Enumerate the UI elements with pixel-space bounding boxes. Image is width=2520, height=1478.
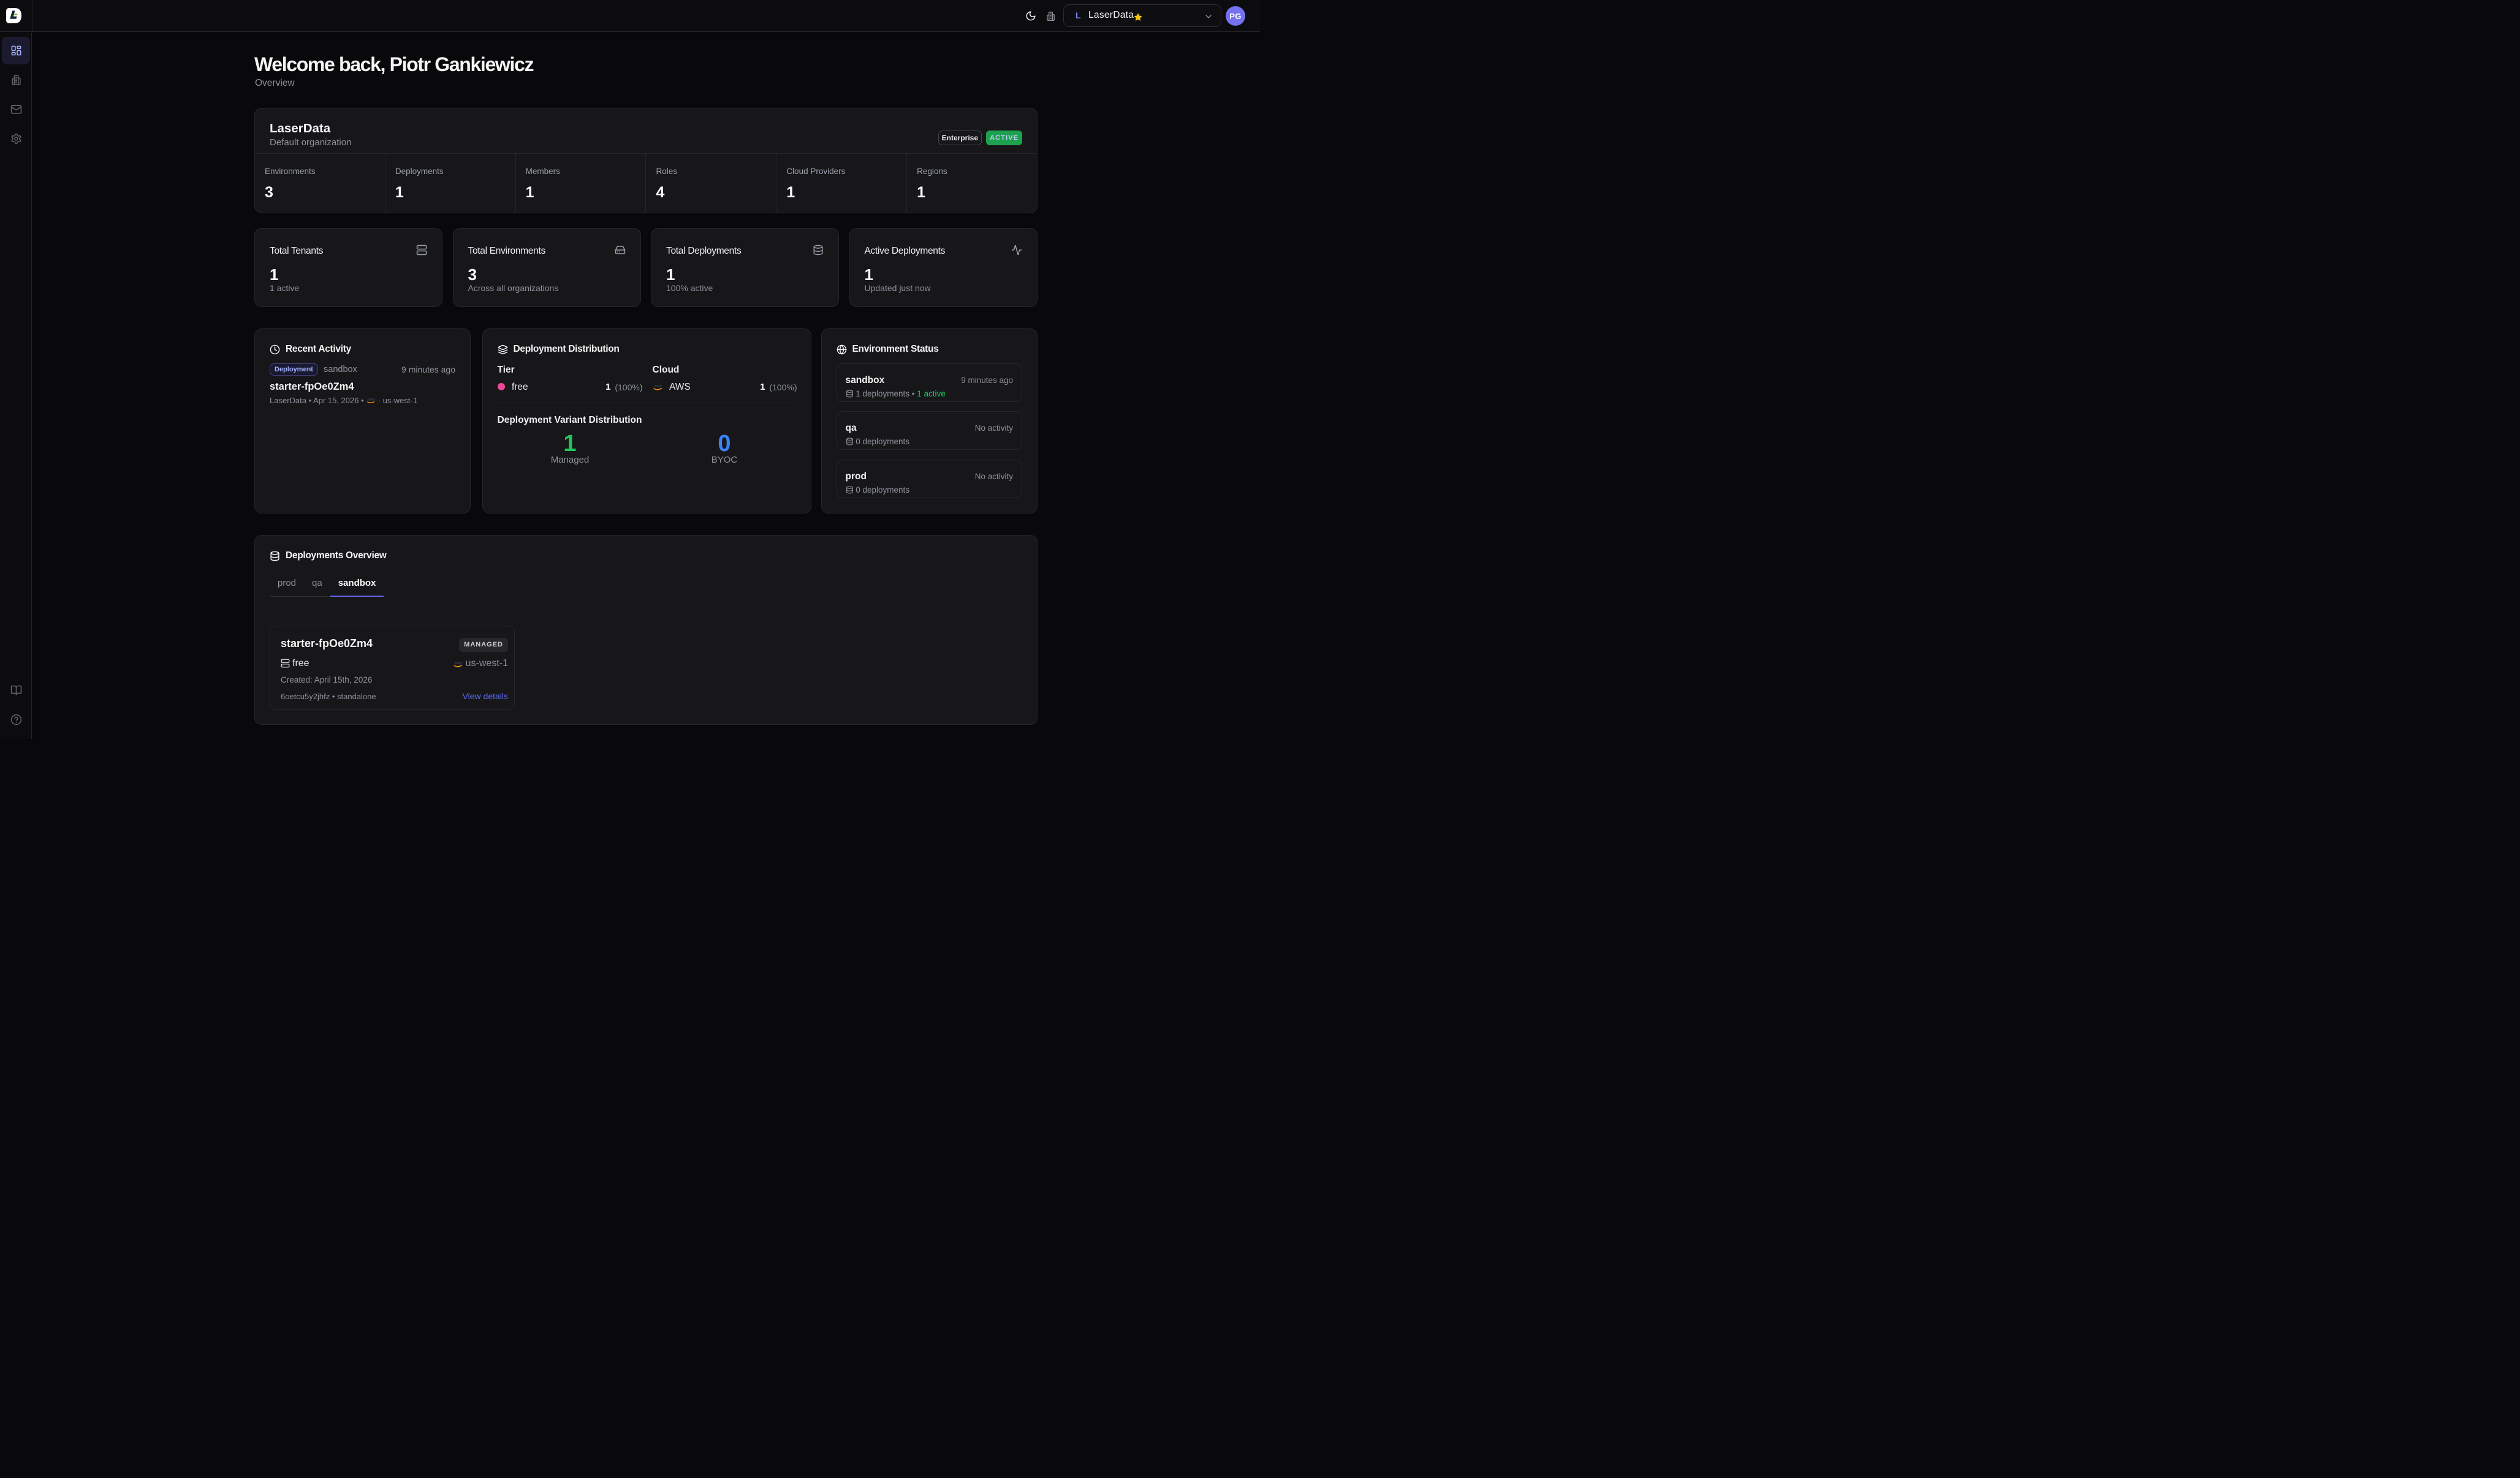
svg-text:aws: aws [368,398,375,402]
svg-text:aws: aws [654,384,662,388]
svg-text:aws: aws [454,661,462,665]
